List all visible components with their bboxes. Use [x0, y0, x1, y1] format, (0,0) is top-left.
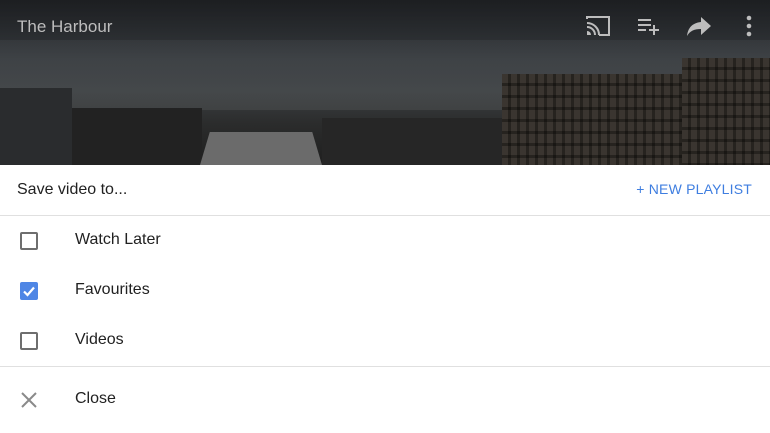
new-playlist-button[interactable]: + NEW PLAYLIST — [636, 181, 752, 197]
add-to-queue-icon — [638, 19, 659, 35]
video-frame-building — [72, 108, 202, 165]
checkbox-checked[interactable] — [20, 282, 38, 300]
video-player[interactable]: The Harbour — [0, 0, 770, 165]
share-button[interactable] — [685, 12, 713, 40]
sheet-title: Save video to... — [17, 181, 128, 198]
playlist-item-videos[interactable]: Videos — [0, 316, 770, 366]
playlist-label: Favourites — [75, 281, 150, 298]
video-frame-tent — [200, 132, 322, 165]
video-frame-building — [322, 118, 502, 165]
playlist-label: Watch Later — [75, 231, 161, 248]
checkbox-unchecked[interactable] — [20, 232, 38, 250]
save-to-playlist-sheet: Save video to... + NEW PLAYLIST Watch La… — [0, 165, 770, 433]
video-title: The Harbour — [17, 17, 113, 36]
close-button[interactable]: Close — [0, 374, 770, 424]
add-to-queue-button[interactable] — [634, 12, 662, 40]
close-label: Close — [75, 390, 116, 407]
share-icon — [687, 17, 711, 36]
video-frame-building — [682, 58, 770, 165]
sheet-header: Save video to... + NEW PLAYLIST — [0, 165, 770, 216]
video-frame-building — [502, 74, 682, 165]
playlist-item-favourites[interactable]: Favourites — [0, 266, 770, 316]
cast-icon — [586, 16, 610, 36]
checkmark-icon — [23, 286, 35, 297]
video-frame-building — [0, 88, 72, 165]
playlist-label: Videos — [75, 331, 124, 348]
playlist-item-watch-later[interactable]: Watch Later — [0, 216, 770, 266]
divider — [0, 366, 770, 367]
close-icon — [21, 392, 37, 408]
cast-button[interactable] — [584, 12, 612, 40]
checkbox-unchecked[interactable] — [20, 332, 38, 350]
more-vert-icon — [746, 15, 752, 37]
more-options-button[interactable] — [735, 12, 763, 40]
